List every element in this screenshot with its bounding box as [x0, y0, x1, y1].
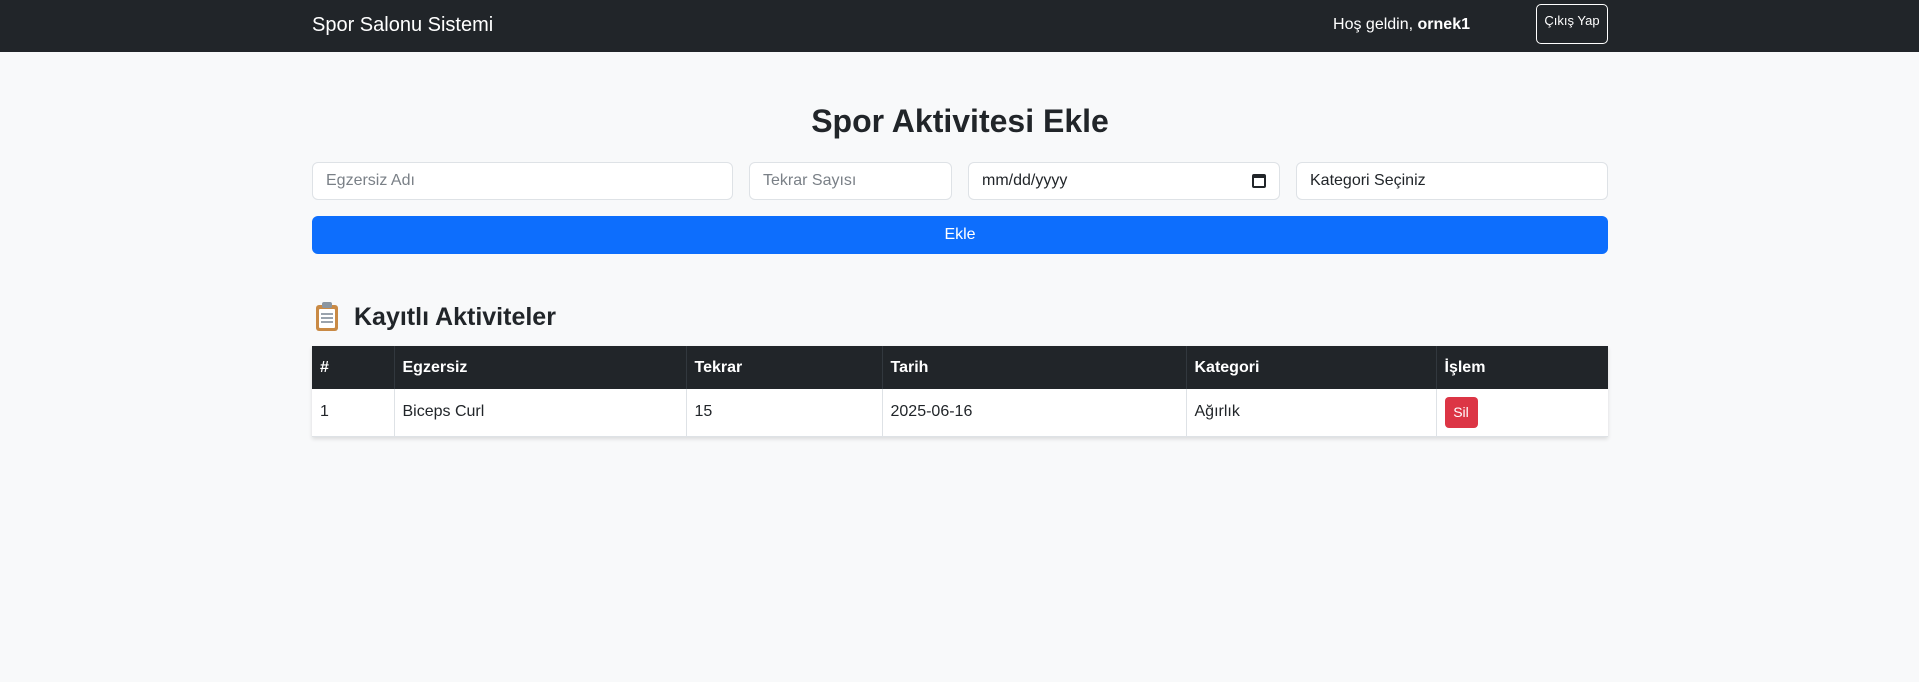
- cell-exercise: Biceps Curl: [394, 389, 687, 437]
- logout-button[interactable]: Çıkış Yap: [1536, 4, 1608, 44]
- cell-reps: 15: [686, 389, 883, 437]
- clipboard-icon: [312, 300, 342, 334]
- top-navbar: Spor Salonu Sistemi Hoş geldin, ornek1 Ç…: [0, 0, 1919, 52]
- add-button[interactable]: Ekle: [312, 216, 1608, 254]
- date-input[interactable]: mm/dd/yyyy: [968, 162, 1280, 200]
- cell-action: Sil: [1436, 389, 1608, 437]
- table-header-row: # Egzersiz Tekrar Tarih Kategori İşlem: [312, 346, 1608, 389]
- column-header-date: Tarih: [882, 346, 1187, 389]
- cell-index: 1: [312, 389, 395, 437]
- column-header-action: İşlem: [1436, 346, 1608, 389]
- page-title: Spor Aktivitesi Ekle: [811, 103, 1109, 139]
- username: ornek1: [1417, 16, 1470, 33]
- cell-date: 2025-06-16: [882, 389, 1187, 437]
- exercise-name-input[interactable]: Egzersiz Adı: [312, 162, 733, 200]
- column-header-reps: Tekrar: [686, 346, 883, 389]
- date-placeholder: mm/dd/yyyy: [982, 172, 1068, 189]
- welcome-prefix: Hoş geldin,: [1333, 16, 1414, 33]
- cell-category: Ağırlık: [1186, 389, 1437, 437]
- reps-placeholder: Tekrar Sayısı: [763, 172, 857, 189]
- table-row: 1 Biceps Curl 15 2025-06-16 Ağırlık Sil: [312, 389, 1608, 437]
- activities-heading: Kayıtlı Aktiviteler: [312, 300, 556, 334]
- category-selected: Kategori Seçiniz: [1310, 172, 1426, 189]
- calendar-icon[interactable]: [1252, 174, 1266, 188]
- reps-input[interactable]: Tekrar Sayısı: [749, 162, 952, 200]
- activities-table: # Egzersiz Tekrar Tarih Kategori İşlem 1…: [312, 346, 1608, 437]
- delete-button[interactable]: Sil: [1444, 396, 1478, 428]
- welcome-text: Hoş geldin, ornek1: [1333, 15, 1470, 35]
- activities-title: Kayıtlı Aktiviteler: [354, 303, 556, 331]
- column-header-category: Kategori: [1186, 346, 1437, 389]
- exercise-name-placeholder: Egzersiz Adı: [326, 172, 415, 189]
- navbar-brand[interactable]: Spor Salonu Sistemi: [312, 12, 493, 38]
- category-select[interactable]: Kategori Seçiniz: [1296, 162, 1608, 200]
- column-header-index: #: [312, 346, 395, 389]
- column-header-exercise: Egzersiz: [394, 346, 687, 389]
